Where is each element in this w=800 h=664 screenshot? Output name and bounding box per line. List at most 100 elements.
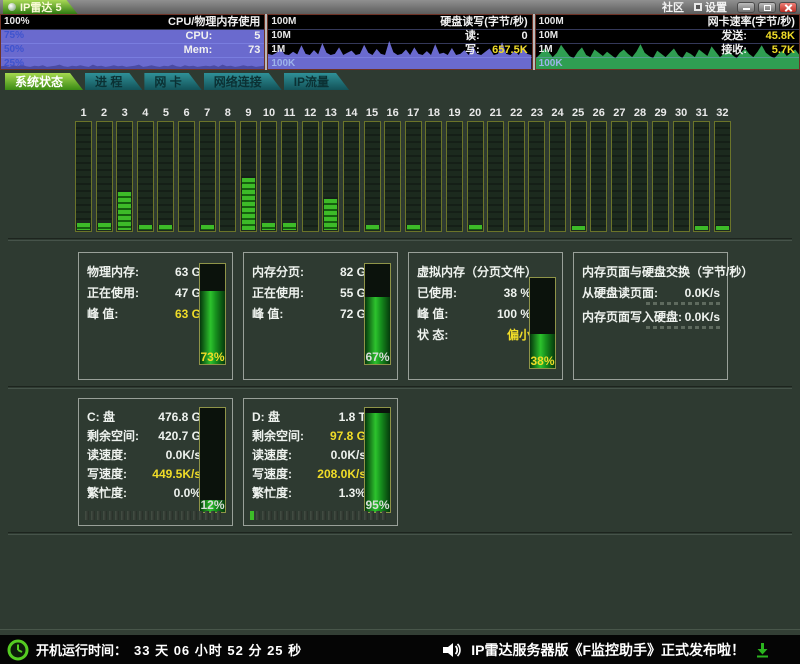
mem-readout: Mem:73: [184, 44, 261, 56]
cpu-core-bar: 4: [137, 106, 154, 232]
uptime-clock-icon: [7, 639, 29, 661]
paging-usage-meter: 67%: [364, 263, 391, 365]
cpu-core-bar: 6: [178, 106, 195, 232]
app-logo-icon: [8, 3, 16, 11]
cpu-core-bar: 11: [281, 106, 298, 232]
tab-system-status[interactable]: 系统状态: [5, 73, 83, 90]
disk-c-busy-meter: [85, 511, 226, 520]
cpu-core-bar: 9: [240, 106, 257, 232]
uptime-value: 33 天 06 小时 52 分 25 秒: [134, 640, 302, 659]
disk-io-graph: 100M 10M 1M 100K 硬盘读写(字节/秒) 读:0 写:657.5K: [267, 14, 532, 70]
cpu-core-bar: 10: [260, 106, 277, 232]
scale-label: 100%: [4, 16, 30, 28]
speaker-icon[interactable]: [441, 641, 461, 659]
minimize-button[interactable]: [737, 2, 755, 13]
scale-label: 10M: [539, 30, 558, 42]
settings-link[interactable]: 设置: [694, 0, 727, 15]
cpu-core-bar: 27: [611, 106, 628, 232]
net-recv-readout: 接收:5.7K: [721, 44, 795, 56]
announcement-link[interactable]: IP雷达服务器版《F监控助手》正式发布啦！: [471, 640, 745, 660]
disk-d-space-meter: 95%: [364, 407, 391, 513]
disk-c-space-meter: 12%: [199, 407, 226, 513]
tab-network-card[interactable]: 网 卡: [144, 73, 201, 90]
uptime-label: 开机运行时间：: [36, 640, 127, 659]
cpu-core-bar: 18: [425, 106, 442, 232]
section-divider: [8, 386, 792, 389]
panel-title: 虚拟内存（分页文件）: [417, 262, 531, 283]
cpu-core-bar: 8: [219, 106, 236, 232]
cpu-memory-graph: 100% 75% 50% 25% CPU/物理内存使用 CPU:5 Mem:73: [0, 14, 265, 70]
cpu-core-bar: 19: [446, 106, 463, 232]
cpu-core-bar: 3: [116, 106, 133, 232]
cpu-core-bar: 21: [487, 106, 504, 232]
cpu-core-bar: 1: [75, 106, 92, 232]
graph-title: 硬盘读写(字节/秒): [440, 16, 527, 28]
cpu-core-bar: 15: [364, 106, 381, 232]
tab-network-connections[interactable]: 网络连接: [204, 73, 282, 90]
maximize-icon: [764, 5, 771, 11]
minimize-icon: [743, 8, 750, 10]
memory-disk-swap-panel: 内存页面与硬盘交换（字节/秒） 从硬盘读页面:0.0K/s 内存页面写入硬盘:0…: [573, 252, 728, 380]
cpu-core-bar: 5: [157, 106, 174, 232]
close-button[interactable]: [779, 2, 797, 13]
scale-label: 10M: [271, 30, 290, 42]
settings-icon: [694, 3, 702, 11]
cpu-cores: 1234567891011121314151617181920212223242…: [75, 106, 731, 232]
cpu-core-bar: 25: [570, 106, 587, 232]
cpu-core-bar: 17: [405, 106, 422, 232]
physical-memory-panel: 物理内存:63 G 正在使用:47 G 峰 值:63 G 73%: [78, 252, 233, 380]
cpu-core-bar: 2: [96, 106, 113, 232]
virtual-memory-meter: 38%: [529, 277, 556, 369]
graph-title: CPU/物理内存使用: [168, 16, 260, 28]
disk-c-panel: C: 盘476.8 G 剩余空间:420.7 G 读速度:0.0K/s 写速度:…: [78, 398, 233, 526]
disk-read-readout: 读:0: [465, 30, 528, 42]
cpu-core-bar: 16: [384, 106, 401, 232]
tab-bar: 系统状态进 程网 卡网络连接IP流量: [0, 73, 800, 90]
net-send-readout: 发送:45.8K: [721, 30, 795, 42]
cpu-core-bar: 13: [322, 106, 339, 232]
panel-title: 内存页面与硬盘交换（字节/秒）: [582, 262, 720, 283]
cpu-readout: CPU:5: [185, 30, 260, 42]
cpu-core-bar: 29: [652, 106, 669, 232]
cpu-core-bar: 26: [590, 106, 607, 232]
scale-label: 75%: [4, 30, 24, 42]
system-status-page: 1234567891011121314151617181920212223242…: [0, 90, 800, 629]
scale-label: 100K: [271, 58, 295, 70]
cpu-core-bar: 24: [549, 106, 566, 232]
download-icon[interactable]: [755, 642, 770, 658]
memory-usage-meter: 73%: [199, 263, 226, 365]
cpu-core-bar: 22: [508, 106, 525, 232]
scale-label: 100K: [539, 58, 563, 70]
scale-label: 100M: [539, 16, 564, 28]
disk-write-readout: 写:657.5K: [465, 44, 528, 56]
scale-label: 1M: [271, 44, 285, 56]
cpu-core-bar: 7: [199, 106, 216, 232]
tab-processes[interactable]: 进 程: [85, 73, 142, 90]
cpu-core-bar: 30: [673, 106, 690, 232]
disk-d-panel: D: 盘1.8 T 剩余空间:97.8 G 读速度:0.0K/s 写速度:208…: [243, 398, 398, 526]
section-divider: [8, 532, 792, 535]
top-graphs: 100% 75% 50% 25% CPU/物理内存使用 CPU:5 Mem:73…: [0, 14, 800, 70]
tab-ip-traffic[interactable]: IP流量: [284, 73, 349, 90]
app-window: IP雷达 5 社区 设置 100% 75% 50% 25% CPU/物理内存使用: [0, 0, 800, 664]
title-bar: IP雷达 5 社区 设置: [0, 0, 800, 14]
scale-label: 100M: [271, 16, 296, 28]
network-rate-graph: 100M 10M 1M 100K 网卡速率(字节/秒) 发送:45.8K 接收:…: [535, 14, 800, 70]
cpu-core-bar: 23: [528, 106, 545, 232]
maximize-button[interactable]: [758, 2, 776, 13]
graph-title: 网卡速率(字节/秒): [708, 16, 795, 28]
cpu-core-bar: 20: [467, 106, 484, 232]
app-title-tab: IP雷达 5: [3, 0, 78, 14]
section-divider: [8, 238, 792, 241]
cpu-core-bar: 12: [302, 106, 319, 232]
cpu-core-bar: 28: [631, 106, 648, 232]
cpu-core-bar: 32: [714, 106, 731, 232]
scale-label: 50%: [4, 44, 24, 56]
cpu-core-bar: 31: [693, 106, 710, 232]
scale-label: 1M: [539, 44, 553, 56]
virtual-memory-panel: 虚拟内存（分页文件） 已使用:38 % 峰 值:100 % 状 态:偏小 38%: [408, 252, 563, 380]
community-link[interactable]: 社区: [662, 0, 684, 15]
disk-d-busy-meter: [250, 511, 391, 520]
cpu-core-bar: 14: [343, 106, 360, 232]
status-bar: 开机运行时间： 33 天 06 小时 52 分 25 秒 IP雷达服务器版《F监…: [0, 635, 800, 664]
